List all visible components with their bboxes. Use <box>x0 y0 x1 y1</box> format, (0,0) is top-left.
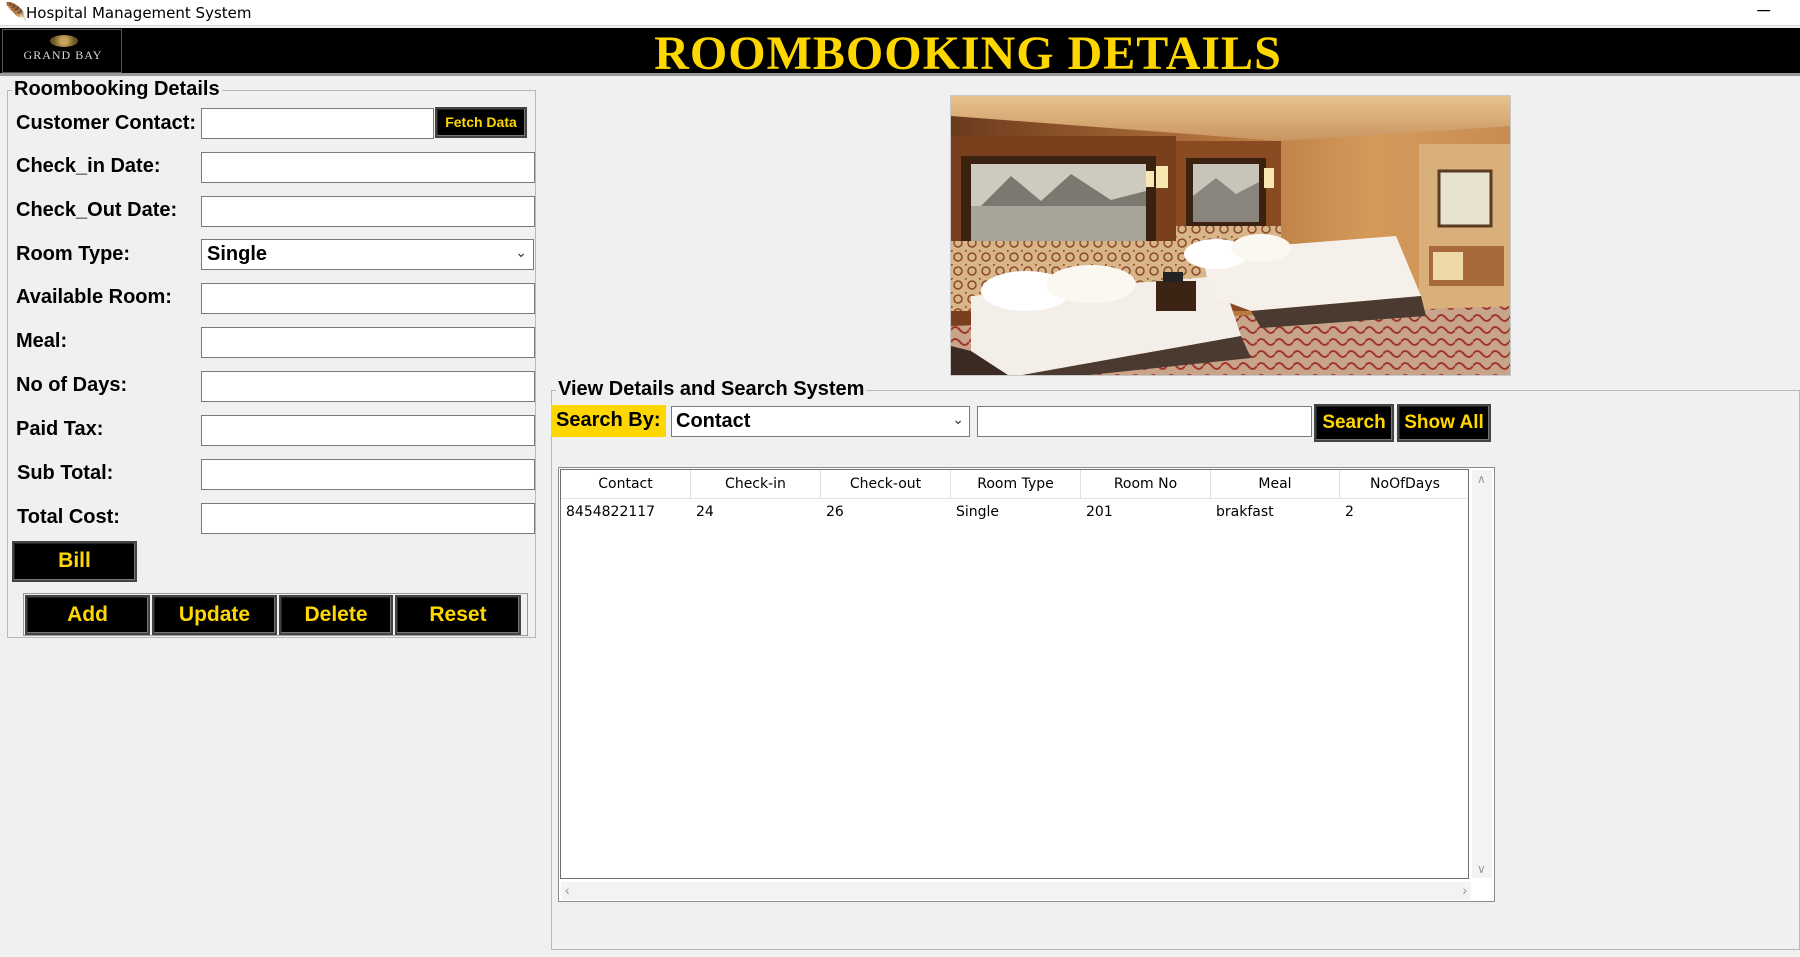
check-in-input[interactable] <box>201 152 535 183</box>
column-header-room-no[interactable]: Room No <box>1081 470 1211 499</box>
search-by-select[interactable]: Contact ⌄ <box>671 406 970 437</box>
header-banner: GRAND BAY ROOMBOOKING DETAILS <box>0 27 1800 80</box>
update-button[interactable]: Update <box>152 595 277 635</box>
scroll-down-icon[interactable]: ∨ <box>1477 862 1486 876</box>
no-of-days-input[interactable] <box>201 371 535 402</box>
room-photo-illustration <box>951 96 1510 375</box>
cell-contact: 8454822117 <box>566 504 656 520</box>
cell-room-no: 201 <box>1086 504 1113 520</box>
scroll-right-icon[interactable]: › <box>1462 882 1467 898</box>
sub-total-input[interactable] <box>201 459 535 490</box>
window-title: Hospital Management System <box>26 4 252 22</box>
action-button-row: Add Update Delete Reset <box>23 593 528 636</box>
cell-check-in: 24 <box>696 504 714 520</box>
room-type-select[interactable]: Single ⌄ <box>201 239 534 270</box>
customer-contact-label: Customer Contact: <box>16 112 197 134</box>
check-in-label: Check_in Date: <box>16 155 161 177</box>
paid-tax-input[interactable] <box>201 415 535 446</box>
meal-label: Meal: <box>16 330 68 352</box>
column-header-noofdays[interactable]: NoOfDays <box>1340 470 1468 499</box>
no-of-days-label: No of Days: <box>16 374 128 396</box>
table-header: Contact Check-in Check-out Room Type Roo… <box>561 470 1468 499</box>
column-header-check-in[interactable]: Check-in <box>691 470 821 499</box>
hotel-room-photo <box>950 95 1511 376</box>
search-input[interactable] <box>977 406 1312 437</box>
chevron-down-icon: ⌄ <box>515 244 527 260</box>
page-title: ROOMBOOKING DETAILS <box>654 27 1282 80</box>
vertical-scrollbar[interactable]: ∧ ∨ <box>1472 470 1492 878</box>
chevron-down-icon: ⌄ <box>952 411 964 427</box>
customer-contact-input[interactable] <box>201 108 434 139</box>
scroll-left-icon[interactable]: ‹ <box>565 882 570 898</box>
window-title-bar: 🪶 Hospital Management System ─ <box>0 0 1800 26</box>
booking-table-frame: Contact Check-in Check-out Room Type Roo… <box>558 467 1495 902</box>
search-system-frame: View Details and Search System Search By… <box>551 378 1800 950</box>
column-header-meal[interactable]: Meal <box>1211 470 1340 499</box>
column-header-room-type[interactable]: Room Type <box>951 470 1081 499</box>
meal-input[interactable] <box>201 327 535 358</box>
search-by-value: Contact <box>676 410 751 432</box>
paid-tax-label: Paid Tax: <box>16 418 104 440</box>
show-all-button[interactable]: Show All <box>1397 404 1491 442</box>
search-by-label: Search By: <box>551 405 666 437</box>
bill-button[interactable]: Bill <box>12 541 137 582</box>
room-type-label: Room Type: <box>16 243 131 265</box>
feather-icon: 🪶 <box>5 2 28 22</box>
cell-noofdays: 2 <box>1345 504 1354 520</box>
reset-button[interactable]: Reset <box>395 595 521 635</box>
cell-meal: brakfast <box>1216 504 1274 520</box>
table-row[interactable]: 8454822117 24 26 Single 201 brakfast 2 <box>561 500 1468 524</box>
available-room-label: Available Room: <box>16 286 172 308</box>
search-legend: View Details and Search System <box>556 378 867 401</box>
check-out-input[interactable] <box>201 196 535 227</box>
room-type-value: Single <box>207 243 268 265</box>
cell-check-out: 26 <box>826 504 844 520</box>
total-cost-label: Total Cost: <box>17 506 120 528</box>
booking-table[interactable]: Contact Check-in Check-out Room Type Roo… <box>560 469 1469 879</box>
total-cost-input[interactable] <box>201 503 535 534</box>
delete-button[interactable]: Delete <box>279 595 393 635</box>
add-button[interactable]: Add <box>25 595 150 635</box>
form-legend: Roombooking Details <box>12 78 222 101</box>
roombooking-form-frame: Roombooking Details Customer Contact: Fe… <box>7 78 536 638</box>
sub-total-label: Sub Total: <box>17 462 114 484</box>
minimize-button[interactable]: ─ <box>1757 0 1770 21</box>
check-out-label: Check_Out Date: <box>16 199 178 221</box>
column-header-check-out[interactable]: Check-out <box>821 470 951 499</box>
search-button[interactable]: Search <box>1314 404 1394 442</box>
fetch-data-button[interactable]: Fetch Data <box>435 107 527 138</box>
horizontal-scrollbar[interactable]: ‹ › <box>561 882 1471 900</box>
column-header-contact[interactable]: Contact <box>561 470 691 499</box>
available-room-input[interactable] <box>201 283 535 314</box>
scroll-up-icon[interactable]: ∧ <box>1477 472 1486 486</box>
cell-room-type: Single <box>956 504 1000 520</box>
